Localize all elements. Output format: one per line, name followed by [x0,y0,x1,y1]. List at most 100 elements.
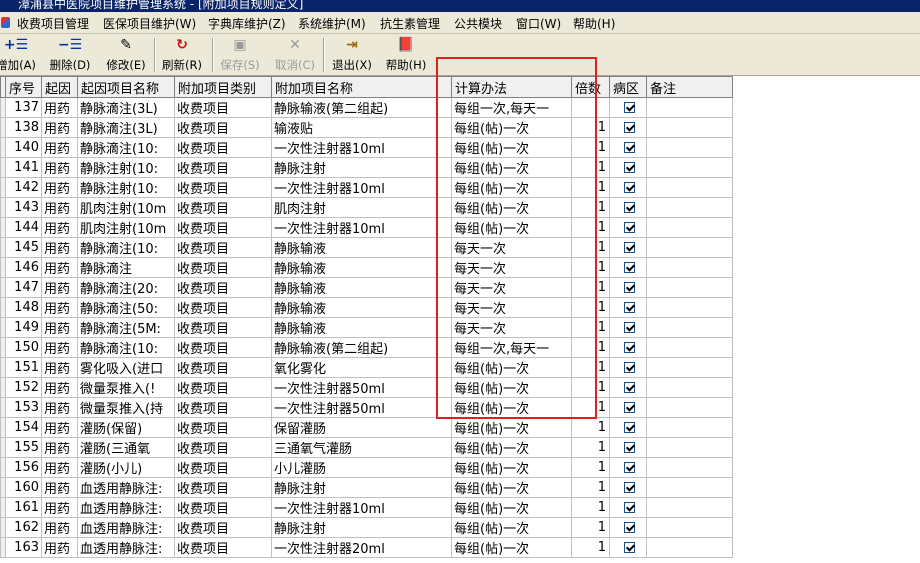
extra-item-cell[interactable]: 静脉输液 [271,277,452,298]
cause-cell[interactable]: 用药 [41,417,78,438]
extra-category-cell[interactable]: 收费项目 [174,177,272,198]
seq-cell[interactable]: 147 [5,277,42,298]
table-row[interactable]: 155 用药 灌肠(三通氧 收费项目 三通氧气灌肠 每组(帖)一次 1 [0,437,733,458]
multiplier-cell[interactable]: 1 [571,277,610,298]
calc-method-cell[interactable]: 每组(帖)一次 [451,197,572,218]
ward-checkbox[interactable] [623,542,635,553]
cause-item-cell[interactable]: 静脉滴注(10: [77,337,175,358]
seq-cell[interactable]: 137 [5,97,42,118]
cause-item-cell[interactable]: 静脉滴注(5M: [77,317,175,338]
seq-cell[interactable]: 149 [5,317,42,338]
cause-item-cell[interactable]: 静脉滴注(3L) [77,117,175,138]
multiplier-cell[interactable]: 1 [571,457,610,478]
calc-method-cell[interactable]: 每组(帖)一次 [451,117,572,138]
cause-item-cell[interactable]: 血透用静脉注: [77,477,175,498]
ward-checkbox[interactable] [623,202,635,213]
ward-cell[interactable] [609,497,647,518]
cause-cell[interactable]: 用药 [41,337,78,358]
remarks-cell[interactable] [646,417,733,438]
calc-method-cell[interactable]: 每组(帖)一次 [451,377,572,398]
remarks-cell[interactable] [646,357,733,378]
ward-cell[interactable] [609,157,647,178]
remarks-cell[interactable] [646,377,733,398]
cause-cell[interactable]: 用药 [41,397,78,418]
seq-cell[interactable]: 145 [5,237,42,258]
extra-item-cell[interactable]: 一次性注射器50ml [271,397,452,418]
extra-item-cell[interactable]: 一次性注射器10ml [271,137,452,158]
table-row[interactable]: 138 用药 静脉滴注(3L) 收费项目 输液贴 每组(帖)一次 1 [0,117,733,138]
remarks-cell[interactable] [646,277,733,298]
cause-cell[interactable]: 用药 [41,97,78,118]
ward-cell[interactable] [609,97,647,118]
ward-checkbox[interactable] [623,362,635,373]
seq-cell[interactable]: 151 [5,357,42,378]
remarks-cell[interactable] [646,217,733,238]
table-row[interactable]: 160 用药 血透用静脉注: 收费项目 静脉注射 每组(帖)一次 1 [0,477,733,498]
col-header-extra-item[interactable]: 附加项目名称 [271,76,452,98]
ward-cell[interactable] [609,317,647,338]
seq-cell[interactable]: 152 [5,377,42,398]
table-row[interactable]: 161 用药 血透用静脉注: 收费项目 一次性注射器10ml 每组(帖)一次 1 [0,497,733,518]
cause-item-cell[interactable]: 静脉滴注(10: [77,137,175,158]
seq-cell[interactable]: 153 [5,397,42,418]
ward-cell[interactable] [609,537,647,558]
calc-method-cell[interactable]: 每组(帖)一次 [451,217,572,238]
calc-method-cell[interactable]: 每组(帖)一次 [451,397,572,418]
cause-cell[interactable]: 用药 [41,117,78,138]
table-row[interactable]: 140 用药 静脉滴注(10: 收费项目 一次性注射器10ml 每组(帖)一次 1 [0,137,733,158]
col-header-cause[interactable]: 起因 [41,76,78,98]
table-row[interactable]: 145 用药 静脉滴注(10: 收费项目 静脉输液 每天一次 1 [0,237,733,258]
cause-cell[interactable]: 用药 [41,317,78,338]
calc-method-cell[interactable]: 每组(帖)一次 [451,497,572,518]
cause-item-cell[interactable]: 微量泵推入(! [77,377,175,398]
cause-cell[interactable]: 用药 [41,517,78,538]
extra-category-cell[interactable]: 收费项目 [174,317,272,338]
extra-category-cell[interactable]: 收费项目 [174,277,272,298]
delete-button[interactable]: −☰ 删除(D) [48,36,92,74]
cause-cell[interactable]: 用药 [41,237,78,258]
table-row[interactable]: 151 用药 雾化吸入(进口 收费项目 氧化雾化 每组(帖)一次 1 [0,357,733,378]
extra-item-cell[interactable]: 静脉输液 [271,237,452,258]
cause-cell[interactable]: 用药 [41,477,78,498]
extra-item-cell[interactable]: 氧化雾化 [271,357,452,378]
cause-item-cell[interactable]: 灌肠(保留) [77,417,175,438]
extra-category-cell[interactable]: 收费项目 [174,197,272,218]
calc-method-cell[interactable]: 每组(帖)一次 [451,477,572,498]
calc-method-cell[interactable]: 每天一次 [451,237,572,258]
menu-charge-items[interactable]: 收费项目管理 [17,15,89,32]
ward-cell[interactable] [609,357,647,378]
extra-category-cell[interactable]: 收费项目 [174,357,272,378]
multiplier-cell[interactable]: 1 [571,177,610,198]
ward-cell[interactable] [609,277,647,298]
calc-method-cell[interactable]: 每组一次,每天一 [451,97,572,118]
table-row[interactable]: 163 用药 血透用静脉注: 收费项目 一次性注射器20ml 每组(帖)一次 1 [0,537,733,558]
calc-method-cell[interactable]: 每天一次 [451,277,572,298]
remarks-cell[interactable] [646,477,733,498]
ward-checkbox[interactable] [623,282,635,293]
remarks-cell[interactable] [646,137,733,158]
ward-cell[interactable] [609,197,647,218]
cause-item-cell[interactable]: 静脉注射(10: [77,177,175,198]
extra-category-cell[interactable]: 收费项目 [174,257,272,278]
ward-cell[interactable] [609,297,647,318]
remarks-cell[interactable] [646,197,733,218]
ward-cell[interactable] [609,397,647,418]
extra-item-cell[interactable]: 静脉输液(第二组起) [271,97,452,118]
edit-button[interactable]: ✎ 修改(E) [104,36,148,74]
extra-item-cell[interactable]: 静脉输液 [271,297,452,318]
menu-window[interactable]: 窗口(W) [516,15,561,32]
multiplier-cell[interactable]: 1 [571,477,610,498]
col-header-calc-method[interactable]: 计算办法 [451,76,572,98]
multiplier-cell[interactable]: 1 [571,317,610,338]
extra-category-cell[interactable]: 收费项目 [174,117,272,138]
cause-item-cell[interactable]: 血透用静脉注: [77,517,175,538]
remarks-cell[interactable] [646,157,733,178]
extra-category-cell[interactable]: 收费项目 [174,377,272,398]
extra-item-cell[interactable]: 肌肉注射 [271,197,452,218]
extra-category-cell[interactable]: 收费项目 [174,297,272,318]
multiplier-cell[interactable]: 1 [571,377,610,398]
extra-category-cell[interactable]: 收费项目 [174,437,272,458]
seq-cell[interactable]: 144 [5,217,42,238]
ward-checkbox[interactable] [623,142,635,153]
help-button[interactable]: 📕 帮助(H) [384,36,428,74]
